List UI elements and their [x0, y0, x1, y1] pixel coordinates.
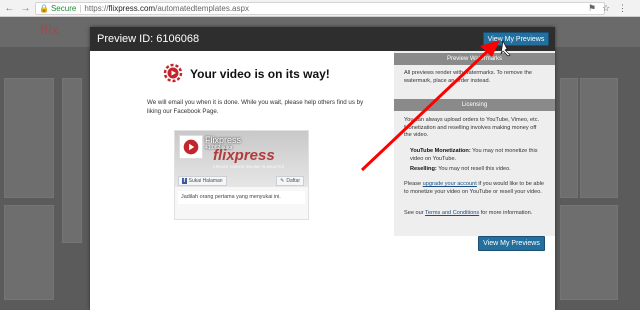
- upgrade-account-link[interactable]: upgrade your account: [423, 181, 477, 187]
- facebook-first-friend-text: Jadilah orang pertama yang menyukai ini.: [178, 191, 305, 204]
- reselling-value: You may not resell this video.: [438, 166, 511, 172]
- preview-watermarks-text: All previews render with watermarks. To …: [404, 70, 532, 84]
- url-prefix: https://: [84, 4, 109, 13]
- facebook-avatar[interactable]: [179, 135, 203, 159]
- url-path: /automatedtemplates.aspx: [155, 4, 249, 13]
- address-bar[interactable]: 🔒 Secure | https:// flixpress.com /autom…: [35, 2, 605, 15]
- flixpress-tagline: CREATE VIDEOS ONLINE IN MINUTES: [213, 165, 285, 169]
- email-notice-text: We will email you when it is done. While…: [147, 99, 364, 115]
- terms-text: See our Terms and Conditions for more in…: [404, 210, 544, 218]
- background-card: [4, 205, 54, 300]
- url-host: flixpress.com: [108, 4, 156, 13]
- preview-modal: Preview ID: 6106068 View My Previews You…: [90, 27, 555, 310]
- upgrade-text: Please upgrade your account if you would…: [404, 181, 544, 196]
- youtube-monetization-text: YouTube Monetization: You may not moneti…: [410, 148, 544, 163]
- bookmark-star-icon[interactable]: ☆: [602, 3, 610, 14]
- background-card: [62, 78, 82, 243]
- background-card: [560, 78, 578, 198]
- flixpress-avatar-icon: [183, 139, 199, 155]
- view-my-previews-button-bottom[interactable]: View My Previews: [478, 236, 545, 251]
- terms-pre-text: See our: [404, 210, 424, 216]
- facebook-share-button[interactable]: ✎ Daftar: [276, 176, 304, 186]
- flixpress-logo-icon: [163, 63, 183, 83]
- facebook-like-page-button[interactable]: f Sukai Halaman: [178, 176, 227, 186]
- flixpress-wordmark: flixpress: [213, 147, 275, 164]
- reselling-label: Reselling:: [410, 166, 437, 172]
- separator: |: [79, 4, 82, 13]
- view-my-previews-button-top[interactable]: View My Previews: [483, 32, 549, 46]
- terms-post-text: for more information.: [480, 210, 533, 216]
- upgrade-pre-text: Please: [404, 181, 422, 187]
- background-card: [560, 205, 618, 300]
- facebook-f-icon: f: [182, 178, 187, 184]
- secure-label: Secure: [50, 4, 77, 13]
- browser-toolbar: ← → ✕ 🔒 Secure | https:// flixpress.com …: [0, 0, 640, 17]
- forward-icon[interactable]: →: [19, 2, 32, 15]
- menu-icon[interactable]: ⋮: [618, 3, 627, 14]
- background-card: [580, 78, 618, 198]
- background-card: [4, 78, 54, 198]
- like-page-label: Sukai Halaman: [188, 178, 223, 184]
- share-label: Daftar: [286, 178, 300, 184]
- video-on-way-heading: Your video is on its way!: [190, 67, 330, 81]
- facebook-page-name[interactable]: Flixpress: [205, 135, 241, 145]
- preview-watermarks-heading: Preview Watermarks: [394, 53, 555, 65]
- lock-icon: 🔒: [39, 4, 49, 13]
- facebook-cover: Flixpress 41.062 suka flixpress CREATE V…: [175, 131, 308, 187]
- licensing-text: You can always upload orders to YouTube,…: [404, 117, 540, 138]
- licensing-heading: Licensing: [394, 99, 555, 111]
- translate-icon[interactable]: ⚑: [588, 3, 596, 14]
- reselling-text: Reselling: You may not resell this video…: [410, 166, 544, 174]
- pencil-icon: ✎: [280, 178, 285, 184]
- preview-id-title: Preview ID: 6106068: [97, 33, 200, 45]
- facebook-page-widget: Flixpress 41.062 suka flixpress CREATE V…: [174, 130, 309, 220]
- back-icon[interactable]: ←: [3, 2, 16, 15]
- youtube-monetization-label: YouTube Monetization:: [410, 148, 471, 154]
- terms-and-conditions-link[interactable]: Terms and Conditions: [425, 210, 479, 216]
- site-logo-dimmed: flix: [40, 22, 59, 37]
- info-sidebar: Preview Watermarks All previews render w…: [394, 51, 555, 236]
